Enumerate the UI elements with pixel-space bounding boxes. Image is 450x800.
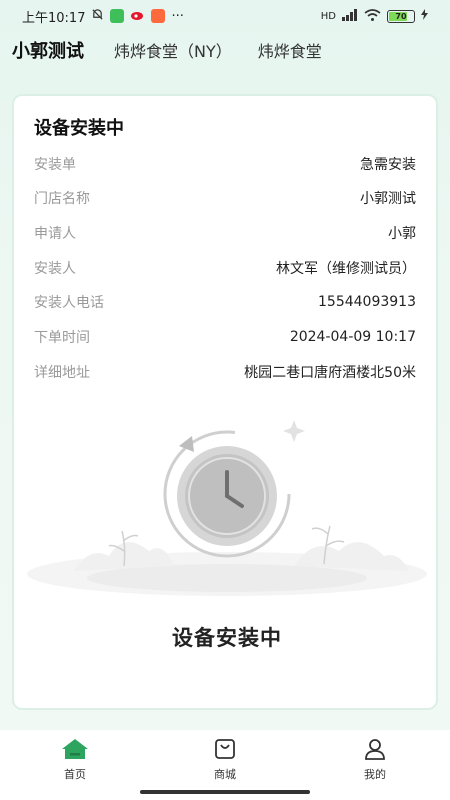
- app-notification-icon: [110, 9, 125, 23]
- app-notification-icon: [151, 9, 166, 23]
- info-value: 小郭: [388, 226, 416, 242]
- store-tab-weiye-ny[interactable]: 炜烨食堂（NY）: [114, 38, 232, 62]
- nav-item-mall[interactable]: 商城: [150, 736, 300, 782]
- nav-item-home[interactable]: 首页: [0, 736, 150, 782]
- info-row-installer-phone: 安装人电话 15544093913: [34, 290, 416, 314]
- info-value: 林文军（维修测试员）: [276, 261, 416, 277]
- status-bar: 上午10:17 ··· HD 70: [0, 0, 450, 32]
- info-label: 下单时间: [34, 330, 90, 346]
- user-icon: [361, 736, 389, 762]
- install-status-text: 设备安装中: [172, 626, 282, 650]
- store-tab-weiye[interactable]: 炜烨食堂: [258, 38, 322, 62]
- info-value: 急需安装: [360, 157, 416, 173]
- signal-icon: [342, 8, 358, 24]
- card-title: 设备安装中: [34, 118, 124, 139]
- weibo-icon: [130, 8, 145, 25]
- nav-label: 首页: [64, 768, 86, 781]
- store-tabs: 小郭测试 炜烨食堂（NY） 炜烨食堂: [0, 36, 450, 64]
- info-value[interactable]: 15544093913: [318, 294, 416, 310]
- info-value: 桃园二巷口唐府酒楼北50米: [244, 365, 416, 381]
- info-row-address: 详细地址 桃园二巷口唐府酒楼北50米: [34, 360, 416, 384]
- home-indicator: [140, 790, 310, 794]
- info-label: 安装人电话: [34, 295, 104, 311]
- info-label: 安装单: [34, 157, 76, 173]
- info-row-order-time: 下单时间 2024-04-09 10:17: [34, 325, 416, 349]
- nav-item-mine[interactable]: 我的: [300, 736, 450, 782]
- info-value: 2024-04-09 10:17: [289, 329, 416, 345]
- wifi-icon: [364, 8, 381, 24]
- info-label: 详细地址: [34, 365, 90, 381]
- mute-bell-icon: [91, 8, 104, 25]
- store-tab-xiaoguo[interactable]: 小郭测试: [12, 37, 84, 63]
- nav-label: 商城: [214, 768, 236, 781]
- info-row-applicant: 申请人 小郭: [34, 221, 416, 245]
- info-row-installer: 安装人 林文军（维修测试员）: [34, 256, 416, 280]
- info-label: 门店名称: [34, 191, 90, 207]
- network-type: HD: [320, 10, 336, 22]
- info-label: 申请人: [34, 226, 76, 242]
- more-notifications: ···: [171, 8, 184, 24]
- home-icon: [61, 736, 89, 762]
- status-time: 上午10:17: [22, 10, 86, 26]
- info-row-store-name: 门店名称 小郭测试: [34, 186, 416, 210]
- charging-icon: [421, 9, 428, 23]
- info-row-order-type: 安装单 急需安装: [34, 152, 416, 176]
- battery-icon: 70: [387, 9, 415, 23]
- info-label: 安装人: [34, 261, 76, 277]
- shopping-bag-icon: [211, 736, 239, 762]
- nav-label: 我的: [364, 768, 386, 781]
- install-status-card: 设备安装中 安装单 急需安装 门店名称 小郭测试 申请人 小郭 安装人 林文军（…: [12, 94, 438, 710]
- installing-clock-illustration: [27, 420, 427, 596]
- info-value: 小郭测试: [360, 191, 416, 207]
